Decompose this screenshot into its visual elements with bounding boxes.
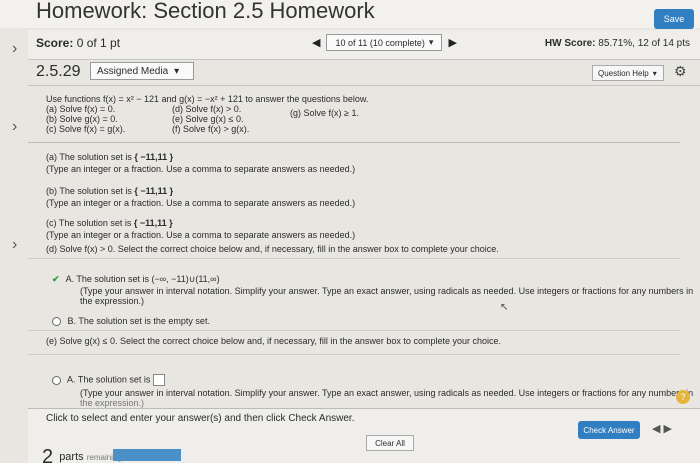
parts-label: parts (59, 451, 84, 463)
score: Score: 0 of 1 pt (36, 36, 120, 50)
question-arrows: ◀ ▶ (652, 422, 672, 435)
divider (28, 142, 680, 143)
expand-arrow-icon[interactable]: › (12, 236, 17, 254)
answer-d-prompt: (d) Solve f(x) > 0. Select the correct c… (46, 244, 499, 254)
assigned-media-label: Assigned Media (97, 65, 169, 77)
option-letter: A. (65, 274, 75, 284)
progress-bar (113, 449, 181, 461)
help-icon[interactable]: ? (676, 390, 690, 404)
problem-intro: Use functions f(x) = x² − 121 and g(x) =… (46, 94, 369, 104)
problem-part-b: (b) Solve g(x) = 0. (46, 114, 118, 124)
answer-d-option-a[interactable]: ✔ A. The solution set is (−∞, −11)∪(11,∞… (52, 274, 220, 285)
score-bar: Score: 0 of 1 pt ◀ 10 of 11 (10 complete… (28, 30, 700, 60)
option-text: The solution set is the empty set. (78, 316, 210, 326)
question-select[interactable]: 10 of 11 (10 complete) ▾ (326, 34, 443, 51)
option-letter: B. (67, 316, 77, 326)
radio-button[interactable] (52, 375, 61, 385)
option-text: The solution set is (76, 274, 149, 284)
option-letter: A. (67, 374, 76, 385)
hw-score-value: 85.71%, 12 of 14 pts (598, 38, 690, 49)
question-nav: ◀ 10 of 11 (10 complete) ▾ ▶ (312, 34, 457, 51)
footer: Click to select and enter your answer(s)… (28, 408, 700, 463)
save-button[interactable]: Save (654, 9, 694, 29)
cursor-icon: ↖ (500, 302, 509, 313)
answer-e-prompt: (e) Solve g(x) ≤ 0. Select the correct c… (46, 336, 501, 346)
problem-part-f: (f) Solve f(x) > g(x). (172, 124, 250, 134)
hw-score: HW Score: 85.71%, 12 of 14 pts (545, 38, 690, 49)
problem-part-c: (c) Solve f(x) = g(x). (46, 124, 126, 134)
answer-d-hint: (Type your answer in interval notation. … (80, 286, 694, 296)
answer-d-option-b[interactable]: B. The solution set is the empty set. (52, 316, 210, 327)
answer-a-label: (a) The solution set is (46, 152, 132, 162)
chevron-down-icon: ▾ (428, 37, 434, 47)
parts-remaining: 2 parts remaining (42, 446, 122, 463)
answer-b-value[interactable]: { −11,11 } (134, 186, 173, 196)
assigned-media-dropdown[interactable]: Assigned Media ▾ (90, 62, 194, 80)
prev-icon[interactable]: ◀ (652, 423, 660, 435)
answer-a-hint: (Type an integer or a fraction. Use a co… (46, 164, 356, 174)
prev-question-icon[interactable]: ◀ (312, 36, 320, 49)
answer-c-label: (c) The solution set is (46, 218, 132, 228)
question-number: 2.5.29 (36, 63, 81, 80)
gear-icon[interactable]: ⚙ (674, 63, 687, 80)
answer-e-hint-cont: the expression.) (80, 398, 145, 408)
score-value: 0 of 1 pt (76, 36, 121, 50)
answer-b: (b) The solution set is { −11,11 } (46, 186, 173, 196)
parts-count: 2 (42, 446, 54, 463)
problem-part-e: (e) Solve g(x) ≤ 0. (172, 114, 244, 124)
answer-b-label: (b) The solution set is (46, 186, 132, 196)
answer-input-box[interactable] (152, 374, 165, 386)
answer-a-value[interactable]: { −11,11 } (134, 152, 173, 162)
answer-d-value[interactable]: (−∞, −11)∪(11,∞) (151, 274, 219, 284)
divider (28, 258, 680, 259)
chevron-down-icon: ▾ (174, 65, 180, 77)
screen: Homework: Section 2.5 Homework Save › › … (0, 0, 700, 463)
problem-part-g: (g) Solve f(x) ≥ 1. (290, 108, 359, 118)
divider (28, 330, 680, 331)
answer-a: (a) The solution set is { −11,11 } (46, 152, 173, 162)
hw-score-label: HW Score: (544, 38, 596, 49)
chevron-down-icon: ▾ (652, 68, 657, 78)
expand-arrow-icon[interactable]: › (12, 118, 17, 136)
question-help-label: Question Help (598, 68, 649, 78)
question-bar: 2.5.29 Assigned Media ▾ Question Help ▾ … (28, 60, 700, 86)
answer-c-value[interactable]: { −11,11 } (134, 218, 173, 228)
question-select-label: 10 of 11 (10 complete) (335, 37, 425, 48)
answer-e-option-a[interactable]: A. The solution set is (52, 374, 165, 386)
answer-b-hint: (Type an integer or a fraction. Use a co… (46, 198, 356, 208)
next-icon[interactable]: ▶ (664, 423, 672, 435)
problem-part-d: (d) Solve f(x) > 0. (172, 104, 242, 114)
answer-c-hint: (Type an integer or a fraction. Use a co… (46, 230, 356, 240)
option-text: The solution set is (77, 374, 151, 385)
question-help-dropdown[interactable]: Question Help ▾ (592, 65, 664, 81)
checkmark-icon: ✔ (52, 274, 60, 284)
answer-d-hint-cont: the expression.) (80, 296, 145, 306)
problem-part-a: (a) Solve f(x) = 0. (46, 104, 116, 114)
answer-e-hint: (Type your answer in interval notation. … (80, 388, 694, 398)
divider (28, 354, 680, 355)
check-answer-button[interactable]: Check Answer (578, 421, 640, 439)
title-bar: Homework: Section 2.5 Homework Save (0, 0, 700, 29)
radio-button[interactable] (52, 317, 61, 327)
clear-all-button[interactable]: Clear All (366, 435, 414, 451)
answer-c: (c) The solution set is { −11,11 } (46, 218, 173, 228)
expand-arrow-icon[interactable]: › (12, 40, 17, 58)
page-title: Homework: Section 2.5 Homework (36, 0, 375, 23)
footer-instruction: Click to select and enter your answer(s)… (46, 413, 355, 424)
score-label: Score: (36, 36, 74, 50)
next-question-icon[interactable]: ▶ (448, 36, 456, 49)
question-content: Use functions f(x) = x² − 121 and g(x) =… (28, 88, 693, 408)
